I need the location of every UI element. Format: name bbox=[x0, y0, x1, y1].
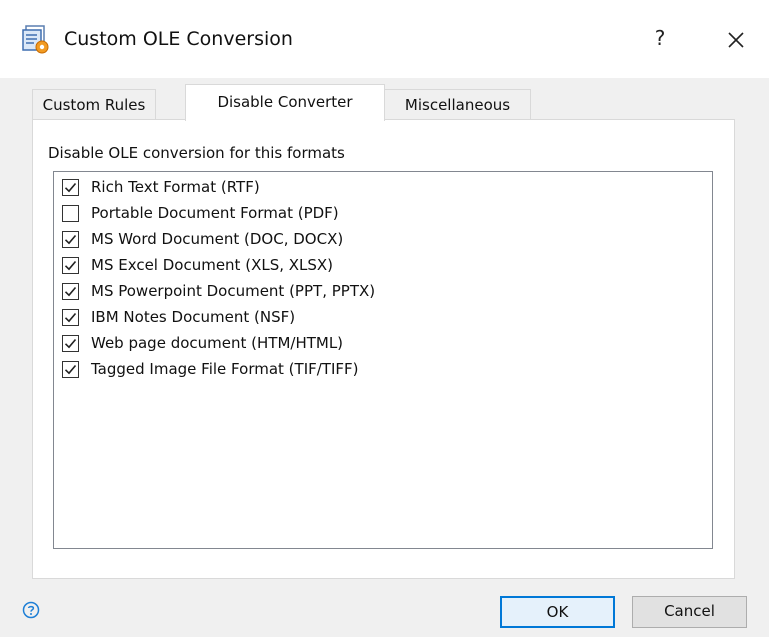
tab-custom-rules[interactable]: Custom Rules bbox=[32, 89, 156, 120]
title-bar: Custom OLE Conversion ? bbox=[0, 0, 769, 78]
tab-disable-converter[interactable]: Disable Converter bbox=[185, 84, 385, 121]
list-item-label: MS Powerpoint Document (PPT, PPTX) bbox=[91, 282, 376, 300]
list-item-label: Web page document (HTM/HTML) bbox=[91, 334, 344, 352]
cancel-button[interactable]: Cancel bbox=[632, 596, 747, 628]
checkbox-checked[interactable] bbox=[62, 308, 79, 326]
title-help-button[interactable]: ? bbox=[640, 22, 680, 54]
checkbox-unchecked[interactable] bbox=[62, 204, 79, 222]
list-item-label: MS Word Document (DOC, DOCX) bbox=[91, 230, 344, 248]
close-icon bbox=[718, 32, 754, 60]
list-item[interactable]: Web page document (HTM/HTML) bbox=[62, 330, 343, 356]
list-item-label: Tagged Image File Format (TIF/TIFF) bbox=[91, 360, 359, 378]
list-item[interactable]: MS Excel Document (XLS, XLSX) bbox=[62, 252, 333, 278]
app-gear-document-icon bbox=[20, 24, 52, 56]
checkbox-checked[interactable] bbox=[62, 178, 79, 196]
list-item-label: Portable Document Format (PDF) bbox=[91, 204, 339, 222]
window-title: Custom OLE Conversion bbox=[64, 28, 293, 50]
format-checklist[interactable]: Rich Text Format (RTF) Portable Document … bbox=[53, 171, 713, 549]
list-item[interactable]: IBM Notes Document (NSF) bbox=[62, 304, 295, 330]
question-circle-icon[interactable] bbox=[22, 601, 40, 619]
custom-ole-conversion-dialog: Custom OLE Conversion ? Custom Rules Dis… bbox=[0, 0, 769, 637]
ok-button[interactable]: OK bbox=[500, 596, 615, 628]
checkbox-checked[interactable] bbox=[62, 360, 79, 378]
checkbox-checked[interactable] bbox=[62, 282, 79, 300]
list-item[interactable]: MS Word Document (DOC, DOCX) bbox=[62, 226, 343, 252]
list-item-label: MS Excel Document (XLS, XLSX) bbox=[91, 256, 334, 274]
tab-miscellaneous[interactable]: Miscellaneous bbox=[384, 89, 531, 120]
panel-description: Disable OLE conversion for this formats bbox=[48, 144, 345, 162]
list-item[interactable]: MS Powerpoint Document (PPT, PPTX) bbox=[62, 278, 375, 304]
list-item[interactable]: Tagged Image File Format (TIF/TIFF) bbox=[62, 356, 359, 382]
disable-converter-panel: Disable OLE conversion for this formats … bbox=[32, 119, 735, 579]
checkbox-checked[interactable] bbox=[62, 230, 79, 248]
close-button[interactable] bbox=[718, 24, 754, 56]
checkbox-checked[interactable] bbox=[62, 334, 79, 352]
list-item[interactable]: Rich Text Format (RTF) bbox=[62, 174, 260, 200]
list-item-label: IBM Notes Document (NSF) bbox=[91, 308, 296, 326]
list-item-label: Rich Text Format (RTF) bbox=[91, 178, 260, 196]
checkbox-checked[interactable] bbox=[62, 256, 79, 274]
list-item[interactable]: Portable Document Format (PDF) bbox=[62, 200, 339, 226]
